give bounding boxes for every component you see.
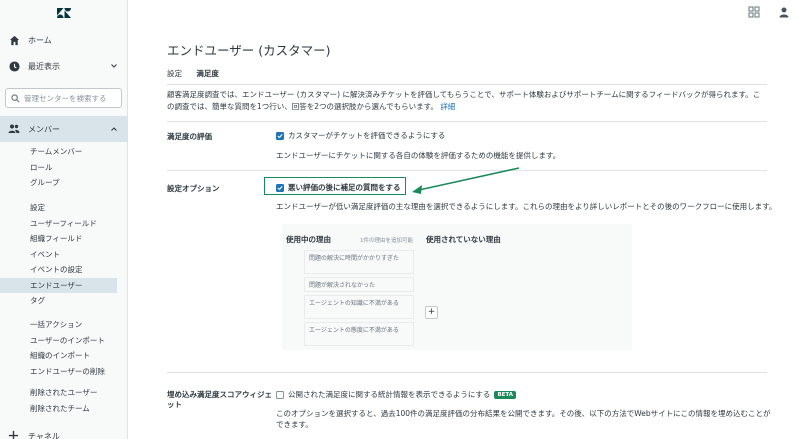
divider [167, 84, 767, 85]
sidebar-item-home[interactable]: ホーム [0, 27, 128, 53]
checkbox-checked-icon[interactable] [276, 131, 284, 140]
zendesk-logo[interactable] [0, 0, 128, 26]
sidebar-item-label: 最近表示 [28, 61, 60, 71]
intro-body: 顧客満足度調査では、エンドユーザー (カスタマー) に解決済みチケットを評価して… [167, 90, 761, 111]
search-icon [11, 93, 20, 102]
page-title: エンドユーザー (カスタマー) [167, 43, 331, 58]
sidebar-item-label: ホーム [28, 35, 52, 45]
beta-badge: BETA [494, 390, 516, 399]
reason-card[interactable]: 問題が解決されなかった [304, 277, 414, 292]
in-use-reasons-heading: 使用中の理由 [286, 235, 331, 244]
divider [167, 170, 767, 171]
widget-section-label: 埋め込み満足度スコアウィジェット [167, 390, 272, 409]
followup-checkbox-row[interactable]: 悪い評価の後に補足の質問をする [276, 182, 401, 193]
widget-hint: このオプションを選択すると、過去100件の満足度評価の分布結果を公開できます。そ… [276, 409, 771, 429]
zendesk-logo-icon [57, 8, 71, 18]
channels-icon [8, 430, 20, 439]
subnav-item-tags[interactable]: タグ [0, 293, 128, 309]
subnav-item-groups[interactable]: グループ [0, 175, 128, 191]
subnav-item-team-members[interactable]: チームメンバー [0, 144, 128, 160]
members-subnav-group-deleted: 削除されたユーザー 削除されたチーム [0, 385, 128, 416]
divider [167, 121, 767, 122]
learn-more-link[interactable]: 詳細 [440, 102, 455, 111]
breadcrumb: 設定 満足度 [167, 68, 219, 79]
sidebar-item-members[interactable]: メンバー [0, 116, 128, 142]
subnav-item-user-fields[interactable]: ユーザーフィールド [0, 216, 128, 232]
subnav-heading-bulk-actions: 一括アクション [30, 320, 83, 329]
reasons-panel: 使用中の理由 1件の理由を追加可能 使用されていない理由 問題の解決に時間がかか… [282, 224, 632, 350]
chevron-up-icon[interactable] [110, 125, 118, 133]
checkbox-unchecked-icon[interactable] [276, 390, 284, 399]
members-subnav-group-bulk: 一括アクション ユーザーのインポート 組織のインポート エンドユーザーの削除 [0, 317, 128, 379]
in-use-reasons-note: 1件の理由を追加可能 [360, 238, 413, 244]
people-icon [8, 123, 20, 135]
sidebar-item-recent[interactable]: 最近表示 [0, 53, 128, 79]
search-input[interactable] [24, 93, 119, 103]
members-subnav-group-1: チームメンバー ロール グループ [0, 144, 128, 191]
rating-hint: エンドユーザーにチケットに関する各自の体験を評価するための機能を提供します。 [276, 151, 561, 160]
reason-card[interactable]: エージェントの態度に不満がある [304, 322, 414, 346]
subnav-item-roles[interactable]: ロール [0, 160, 128, 176]
subnav-item-delete-end-users[interactable]: エンドユーザーの削除 [0, 364, 128, 380]
breadcrumb-parent[interactable]: 設定 [167, 69, 182, 78]
subnav-item-events[interactable]: イベント [0, 247, 128, 263]
subnav-item-deleted-users[interactable]: 削除されたユーザー [0, 385, 128, 401]
members-subnav-group-settings: 設定 ユーザーフィールド 組織フィールド イベント イベントの設定 エンドユーザ… [0, 200, 128, 309]
rating-checkbox-row[interactable]: カスタマーがチケットを評価できるようにする [276, 130, 445, 141]
subnav-item-org-fields[interactable]: 組織フィールド [0, 231, 128, 247]
checkbox-label: 公開された満足度に関する統計情報を表示できるようにする [288, 390, 491, 399]
subnav-item-deleted-teams[interactable]: 削除されたチーム [0, 401, 128, 417]
home-icon [8, 34, 20, 46]
sidebar-item-label: チャネル [28, 431, 60, 439]
main-content: エンドユーザー (カスタマー) 設定 満足度 顧客満足度調査では、エンドユーザー… [129, 0, 800, 439]
reason-card[interactable]: 問題の解決に時間がかかりすぎた [304, 250, 414, 274]
subnav-item-end-users[interactable]: エンドユーザー [0, 277, 117, 293]
subnav-item-import-users[interactable]: ユーザーのインポート [0, 333, 128, 349]
reason-card[interactable]: エージェントの知識に不満がある [304, 295, 414, 319]
unused-reasons-heading: 使用されていない理由 [426, 235, 501, 244]
annotation-arrow-icon [412, 167, 520, 194]
checkbox-label: カスタマーがチケットを評価できるようにする [288, 131, 446, 140]
breadcrumb-current: 満足度 [196, 69, 219, 78]
sidebar-item-label: メンバー [28, 124, 60, 134]
checkbox-label: 悪い評価の後に補足の質問をする [288, 183, 401, 192]
add-reason-button[interactable]: + [425, 306, 438, 319]
intro-text: 顧客満足度調査では、エンドユーザー (カスタマー) に解決済みチケットを評価して… [167, 89, 767, 113]
options-section-label: 設定オプション [167, 184, 220, 193]
divider [167, 372, 767, 373]
subnav-item-import-orgs[interactable]: 組織のインポート [0, 348, 128, 364]
sidebar: ホーム 最近表示 メンバー チームメンバー ロール グループ 設定 ユーザーフィ… [0, 0, 128, 439]
checkbox-checked-icon[interactable] [276, 183, 284, 192]
options-hint: エンドユーザーが低い満足度評価の主な理由を選択できるようにします。これらの理由を… [276, 202, 777, 211]
widget-checkbox-row[interactable]: 公開された満足度に関する統計情報を表示できるようにする BETA [276, 389, 516, 400]
clock-icon [8, 60, 20, 72]
sidebar-item-channels[interactable]: チャネル [0, 426, 128, 439]
subnav-heading-settings: 設定 [30, 203, 45, 212]
admin-search-field[interactable] [5, 88, 122, 108]
rating-section-label: 満足度の評価 [167, 132, 212, 141]
chevron-down-icon[interactable] [110, 62, 118, 70]
subnav-item-event-settings[interactable]: イベントの設定 [0, 262, 128, 278]
